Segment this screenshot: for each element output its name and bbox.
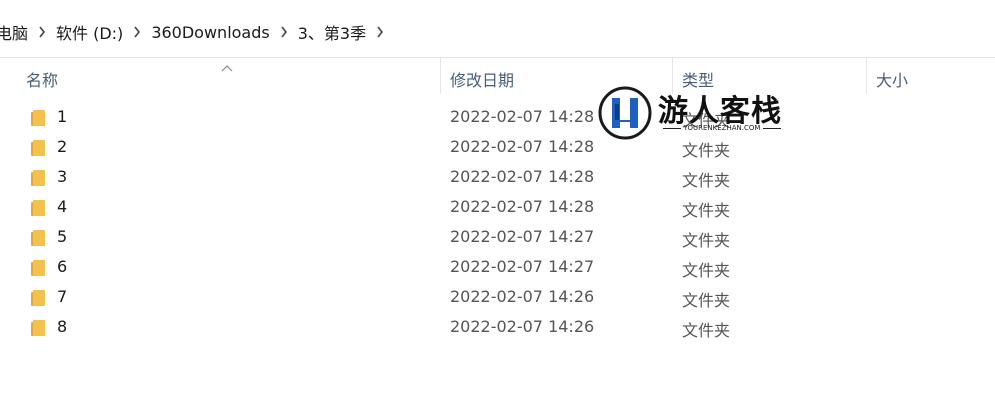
address-bar[interactable]: 电脑 软件 (D:) 360Downloads 3、第3季 <box>0 0 995 58</box>
table-row[interactable]: 5 2022-02-07 14:27 文件夹 <box>0 222 995 252</box>
folder-icon <box>31 290 45 306</box>
folder-icon <box>31 320 45 336</box>
row-date: 2022-02-07 14:27 <box>450 227 595 246</box>
row-date: 2022-02-07 14:28 <box>450 137 595 156</box>
row-date: 2022-02-07 14:26 <box>450 317 595 336</box>
breadcrumb-item-computer[interactable]: 电脑 <box>0 20 30 44</box>
chevron-right-icon[interactable] <box>34 26 50 38</box>
row-name: 8 <box>57 317 68 336</box>
table-row[interactable]: 1 2022-02-07 14:28 文件夹 <box>0 102 995 132</box>
folder-icon <box>31 200 45 216</box>
row-type: 文件夹 <box>682 231 731 250</box>
folder-icon <box>31 110 45 126</box>
column-divider[interactable] <box>440 58 441 94</box>
row-name: 6 <box>57 257 68 276</box>
row-name: 2 <box>57 137 68 156</box>
row-name: 5 <box>57 227 68 246</box>
watermark: 游人客栈 YOURENKEZHAN.COM <box>598 86 793 142</box>
row-type: 文件夹 <box>682 171 731 190</box>
row-date: 2022-02-07 14:26 <box>450 287 595 306</box>
column-header-name[interactable]: 名称 <box>26 67 58 91</box>
breadcrumb: 电脑 软件 (D:) 360Downloads 3、第3季 <box>0 20 392 44</box>
row-type: 文件夹 <box>682 321 731 340</box>
row-date: 2022-02-07 14:27 <box>450 257 595 276</box>
watermark-subtitle-text: YOURENKEZHAN.COM <box>683 124 761 132</box>
row-type: 文件夹 <box>682 261 731 280</box>
folder-icon <box>31 170 45 186</box>
column-divider[interactable] <box>866 58 867 94</box>
column-header-size[interactable]: 大小 <box>876 67 908 91</box>
table-row[interactable]: 3 2022-02-07 14:28 文件夹 <box>0 162 995 192</box>
breadcrumb-item-drive[interactable]: 软件 (D:) <box>54 20 125 44</box>
row-date: 2022-02-07 14:28 <box>450 197 595 216</box>
watermark-logo-icon <box>598 86 652 140</box>
row-name: 3 <box>57 167 68 186</box>
table-row[interactable]: 6 2022-02-07 14:27 文件夹 <box>0 252 995 282</box>
chevron-right-icon[interactable] <box>129 26 145 38</box>
row-date: 2022-02-07 14:28 <box>450 167 595 186</box>
folder-icon <box>31 260 45 276</box>
table-row[interactable]: 8 2022-02-07 14:26 文件夹 <box>0 312 995 342</box>
file-list: 1 2022-02-07 14:28 文件夹 2 2022-02-07 14:2… <box>0 102 995 342</box>
sort-ascending-icon <box>221 58 233 77</box>
breadcrumb-item-downloads[interactable]: 360Downloads <box>149 23 271 42</box>
column-header-row: 名称 修改日期 类型 大小 <box>0 58 995 96</box>
folder-icon <box>31 230 45 246</box>
table-row[interactable]: 2 2022-02-07 14:28 文件夹 <box>0 132 995 162</box>
row-type: 文件夹 <box>682 291 731 310</box>
folder-icon <box>31 140 45 156</box>
chevron-right-icon[interactable] <box>276 26 292 38</box>
row-type: 文件夹 <box>682 201 731 220</box>
row-name: 7 <box>57 287 68 306</box>
column-header-date[interactable]: 修改日期 <box>450 67 514 91</box>
row-date: 2022-02-07 14:28 <box>450 107 595 126</box>
watermark-subtitle: YOURENKEZHAN.COM <box>658 124 786 132</box>
row-name: 4 <box>57 197 68 216</box>
table-row[interactable]: 7 2022-02-07 14:26 文件夹 <box>0 282 995 312</box>
breadcrumb-item-season[interactable]: 3、第3季 <box>296 20 368 44</box>
row-name: 1 <box>57 107 68 126</box>
chevron-right-icon[interactable] <box>372 26 388 38</box>
table-row[interactable]: 4 2022-02-07 14:28 文件夹 <box>0 192 995 222</box>
